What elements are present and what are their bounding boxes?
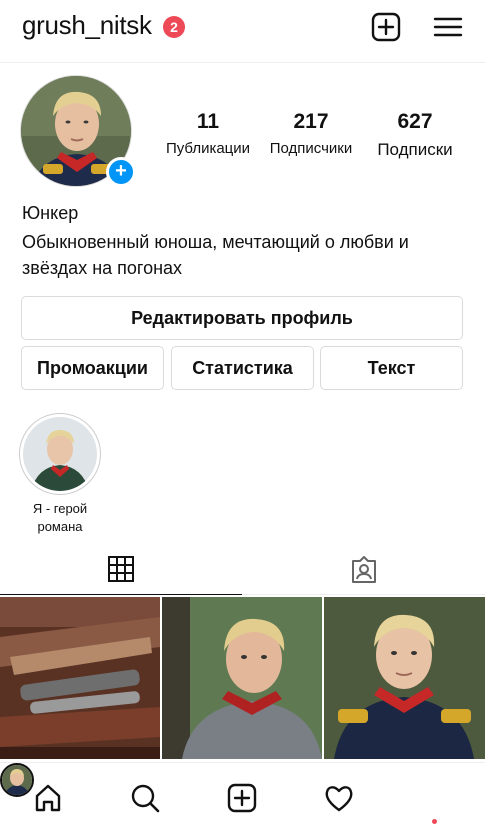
menu-icon[interactable]: [433, 12, 463, 42]
bottom-navigation: [0, 762, 485, 831]
header-divider: [0, 62, 485, 63]
posts-label: Публикации: [165, 140, 251, 157]
bio-name: Юнкер: [22, 203, 79, 223]
plus-square-icon[interactable]: [227, 783, 257, 813]
following-stat[interactable]: 627 Подписки: [368, 110, 462, 160]
followers-count: 217: [293, 110, 329, 133]
add-story-plus-icon[interactable]: +: [106, 157, 136, 187]
highlight-ring[interactable]: [19, 413, 101, 495]
tagged-icon: [351, 556, 376, 583]
following-count: 627: [397, 110, 433, 133]
posts-stat[interactable]: 11 Публикации: [160, 110, 256, 157]
profile-avatar-container[interactable]: +: [20, 75, 136, 189]
posts-grid: [0, 597, 485, 761]
highlight-cover: [23, 417, 97, 491]
insights-button[interactable]: Статистика: [171, 346, 314, 390]
new-post-icon[interactable]: [371, 12, 401, 42]
followers-label: Подписчики: [269, 140, 353, 157]
home-icon[interactable]: [33, 783, 63, 813]
highlight-label: Я - герой романа: [32, 501, 88, 534]
profile-avatar[interactable]: [0, 763, 34, 797]
edit-profile-button[interactable]: Редактировать профиль: [21, 296, 463, 340]
notification-badge[interactable]: 2: [163, 16, 185, 38]
post-thumbnail[interactable]: [324, 597, 485, 759]
heart-icon[interactable]: [324, 783, 354, 813]
story-highlight[interactable]: Я - герой романа: [18, 413, 102, 536]
post-thumbnail[interactable]: [0, 597, 160, 759]
tab-posts-grid[interactable]: [0, 549, 242, 595]
posts-count: 11: [196, 110, 220, 133]
tab-tagged[interactable]: [242, 549, 485, 595]
top-header: grush_nitsk 2: [0, 0, 485, 56]
promotions-button[interactable]: Промоакции: [21, 346, 164, 390]
username[interactable]: grush_nitsk: [22, 10, 152, 41]
activity-dot: [432, 819, 437, 824]
following-label: Подписки: [377, 140, 453, 159]
search-icon[interactable]: [130, 783, 160, 813]
post-thumbnail[interactable]: [162, 597, 322, 759]
grid-icon: [108, 556, 134, 582]
bio-text: Обыкновенный юноша, мечтающий о любви и …: [22, 232, 409, 278]
text-button[interactable]: Текст: [320, 346, 463, 390]
followers-stat[interactable]: 217 Подписчики: [263, 110, 359, 157]
